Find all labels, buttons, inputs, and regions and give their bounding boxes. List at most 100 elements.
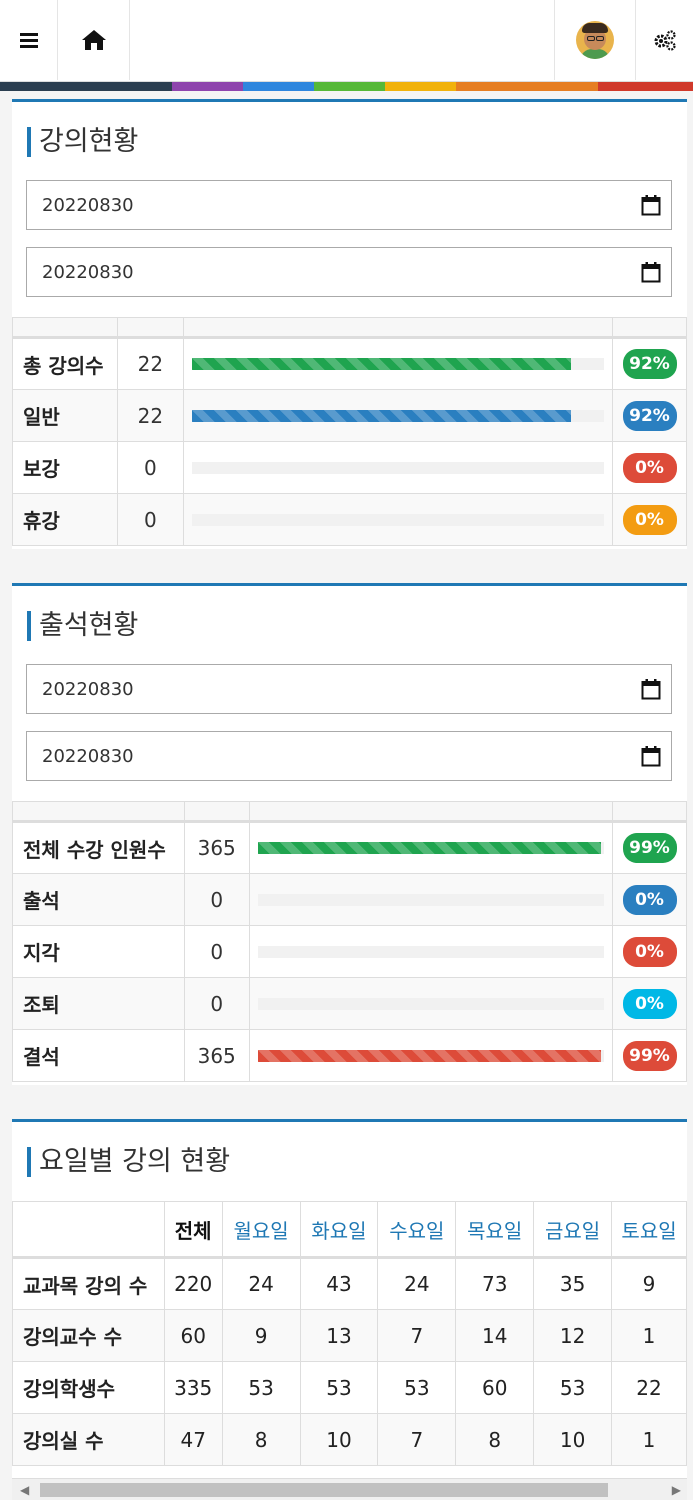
row-label: 일반: [12, 389, 118, 442]
progress-track: [191, 513, 605, 526]
progress-cell: [182, 337, 614, 390]
header-cell: [116, 317, 184, 339]
horizontal-scrollbar[interactable]: ◀ ▶: [12, 1478, 687, 1500]
row-label: 휴강: [12, 493, 118, 546]
percent-cell: 99%: [612, 1029, 687, 1082]
percent-cell: 0%: [612, 441, 687, 494]
scroll-left-icon[interactable]: ◀: [20, 1483, 29, 1497]
progress-track: [191, 461, 605, 474]
row-label: 강의실 수: [12, 1413, 165, 1466]
calendar-icon[interactable]: [641, 194, 661, 216]
header-cell: [612, 801, 687, 823]
progress-bar: [191, 358, 572, 370]
percent-badge: 0%: [622, 452, 677, 483]
percent-badge: 0%: [622, 936, 677, 967]
row-count: 0: [116, 441, 184, 494]
table-cell: 7: [377, 1309, 457, 1362]
color-strip-segment: [243, 82, 314, 91]
progress-cell: [182, 389, 614, 442]
column-weekday[interactable]: 금요일: [533, 1201, 613, 1259]
row-count: 0: [183, 925, 250, 978]
progress-bar: [257, 1049, 601, 1062]
table-row: 조퇴 0 0%: [12, 977, 687, 1030]
column-weekday[interactable]: 월요일: [221, 1201, 301, 1259]
progress-track: [191, 409, 605, 422]
row-label: 지각: [12, 925, 185, 978]
table-cell: 335: [163, 1361, 223, 1414]
home-button[interactable]: [58, 0, 130, 80]
calendar-icon[interactable]: [641, 261, 661, 283]
table-row: 지각 0 0%: [12, 925, 687, 978]
column-weekday[interactable]: 화요일: [299, 1201, 379, 1259]
gears-icon: [654, 30, 676, 51]
scrollbar-thumb[interactable]: [40, 1483, 608, 1497]
menu-button[interactable]: [0, 0, 58, 80]
table-row: 강의교수 수 60 9 13 7 14 12 1: [12, 1309, 687, 1362]
row-count: 0: [116, 493, 184, 546]
row-label: 전체 수강 인원수: [12, 821, 185, 874]
header-cell: [12, 801, 185, 823]
percent-cell: 0%: [612, 925, 687, 978]
table-cell: 60: [455, 1361, 535, 1414]
row-count: 22: [116, 337, 184, 390]
table-cell: 53: [221, 1361, 301, 1414]
color-strip-segment: [0, 82, 172, 91]
user-avatar-button[interactable]: [554, 0, 635, 80]
date-from-input[interactable]: 20220830: [26, 180, 672, 230]
table-row: 보강 0 0%: [12, 441, 687, 494]
progress-track: [191, 358, 605, 370]
header-cell: [183, 801, 250, 823]
row-label: 강의학생수: [12, 1361, 165, 1414]
table-cell: 22: [611, 1361, 687, 1414]
color-strip-segment: [314, 82, 385, 91]
calendar-icon[interactable]: [641, 745, 661, 767]
table-row: 휴강 0 0%: [12, 493, 687, 546]
row-label-header: [12, 1201, 165, 1259]
table-cell: 10: [533, 1413, 613, 1466]
row-count: 365: [183, 821, 250, 874]
attendance-stat-table: 전체 수강 인원수 365 99% 출석 0 0% 지각 0 0% 조퇴 0 0% 결석 365 99%: [12, 801, 687, 1082]
percent-badge: 0%: [622, 884, 677, 915]
date-to-input[interactable]: 20220830: [26, 731, 672, 781]
table-cell: 43: [299, 1257, 379, 1310]
progress-track: [257, 997, 604, 1010]
table-row: 강의학생수 335 53 53 53 60 53 22: [12, 1361, 687, 1414]
percent-badge: 99%: [622, 1040, 677, 1071]
column-total: 전체: [163, 1201, 223, 1259]
table-cell: 60: [163, 1309, 223, 1362]
progress-track: [257, 945, 604, 958]
row-label: 강의교수 수: [12, 1309, 165, 1362]
panel-title: 출석현황: [27, 611, 138, 641]
color-strip-segment: [456, 82, 598, 91]
table-cell: 47: [163, 1413, 223, 1466]
percent-cell: 92%: [612, 337, 687, 390]
column-weekday[interactable]: 토요일: [611, 1201, 687, 1259]
progress-cell: [248, 1029, 614, 1082]
date-from-input[interactable]: 20220830: [26, 664, 672, 714]
table-row: 총 강의수 22 92%: [12, 337, 687, 390]
table-cell: 9: [611, 1257, 687, 1310]
column-weekday[interactable]: 수요일: [377, 1201, 457, 1259]
progress-bar: [257, 842, 601, 854]
settings-button[interactable]: [635, 0, 693, 80]
progress-cell: [182, 493, 614, 546]
percent-badge: 0%: [622, 988, 677, 1019]
color-strip-segment: [598, 82, 693, 91]
percent-badge: 0%: [622, 504, 677, 535]
column-weekday[interactable]: 목요일: [455, 1201, 535, 1259]
calendar-icon[interactable]: [641, 678, 661, 700]
progress-cell: [248, 873, 614, 926]
row-label: 교과목 강의 수: [12, 1257, 165, 1310]
progress-track: [257, 1049, 604, 1062]
row-label: 보강: [12, 441, 118, 494]
row-label: 결석: [12, 1029, 185, 1082]
lecture-stat-table: 총 강의수 22 92% 일반 22 92% 보강 0 0% 휴강 0 0%: [12, 317, 687, 546]
percent-cell: 0%: [612, 977, 687, 1030]
table-cell: 7: [377, 1413, 457, 1466]
progress-track: [257, 893, 604, 906]
table-cell: 24: [377, 1257, 457, 1310]
percent-cell: 0%: [612, 873, 687, 926]
table-row: 결석 365 99%: [12, 1029, 687, 1082]
date-to-input[interactable]: 20220830: [26, 247, 672, 297]
scroll-right-icon[interactable]: ▶: [672, 1483, 681, 1497]
